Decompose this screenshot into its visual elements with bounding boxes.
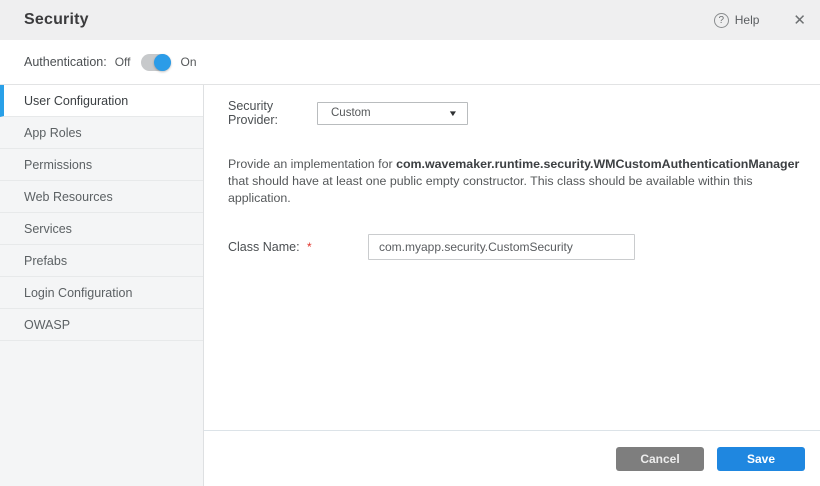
page-title: Security xyxy=(24,11,89,29)
user-configuration-content: Security Provider: Custom ▼ Provide an i… xyxy=(204,85,820,430)
sidebar-item-services[interactable]: Services xyxy=(0,213,203,245)
chevron-down-icon: ▼ xyxy=(448,109,458,118)
sidebar-item-web-resources[interactable]: Web Resources xyxy=(0,181,203,213)
security-provider-select[interactable]: Custom ▼ xyxy=(317,102,468,125)
authentication-label: Authentication: xyxy=(24,55,107,69)
description-class-reference: com.wavemaker.runtime.security.WMCustomA… xyxy=(396,157,799,171)
close-icon[interactable]: ✕ xyxy=(793,13,806,28)
required-asterisk: * xyxy=(307,240,312,254)
description-prefix: Provide an implementation for xyxy=(228,157,396,171)
security-dialog: Security ? Help ✕ Authentication: Off On… xyxy=(0,0,820,486)
toggle-knob-icon xyxy=(154,54,171,71)
help-icon: ? xyxy=(714,13,729,28)
header-actions: ? Help ✕ xyxy=(714,13,806,28)
save-button[interactable]: Save xyxy=(717,447,805,471)
security-provider-selected-value: Custom xyxy=(331,107,371,119)
sidebar-item-app-roles[interactable]: App Roles xyxy=(0,117,203,149)
sidebar-item-login-configuration[interactable]: Login Configuration xyxy=(0,277,203,309)
security-provider-label: Security Provider: xyxy=(228,99,317,127)
help-button[interactable]: ? Help xyxy=(714,13,760,28)
class-name-label: Class Name: xyxy=(228,240,300,254)
dialog-header: Security ? Help ✕ xyxy=(0,0,820,40)
sidebar-item-prefabs[interactable]: Prefabs xyxy=(0,245,203,277)
authentication-toggle[interactable] xyxy=(141,54,171,71)
sidebar: User Configuration App Roles Permissions… xyxy=(0,85,204,486)
authentication-bar: Authentication: Off On xyxy=(0,40,820,85)
provider-description: Provide an implementation for com.wavema… xyxy=(228,156,810,207)
footer-actions: Cancel Save xyxy=(204,430,820,486)
description-suffix: that should have at least one public emp… xyxy=(228,174,753,205)
toggle-on-label: On xyxy=(181,55,197,69)
class-name-label-wrap: Class Name: * xyxy=(228,238,368,256)
toggle-off-label: Off xyxy=(115,55,131,69)
help-label: Help xyxy=(735,13,760,27)
security-provider-row: Security Provider: Custom ▼ xyxy=(228,99,810,127)
sidebar-item-permissions[interactable]: Permissions xyxy=(0,149,203,181)
cancel-button[interactable]: Cancel xyxy=(616,447,704,471)
sidebar-item-owasp[interactable]: OWASP xyxy=(0,309,203,341)
class-name-row: Class Name: * xyxy=(228,234,810,260)
sidebar-item-user-configuration[interactable]: User Configuration xyxy=(0,85,203,117)
main-panel: Security Provider: Custom ▼ Provide an i… xyxy=(204,85,820,486)
class-name-input[interactable] xyxy=(368,234,635,260)
dialog-body: User Configuration App Roles Permissions… xyxy=(0,85,820,486)
